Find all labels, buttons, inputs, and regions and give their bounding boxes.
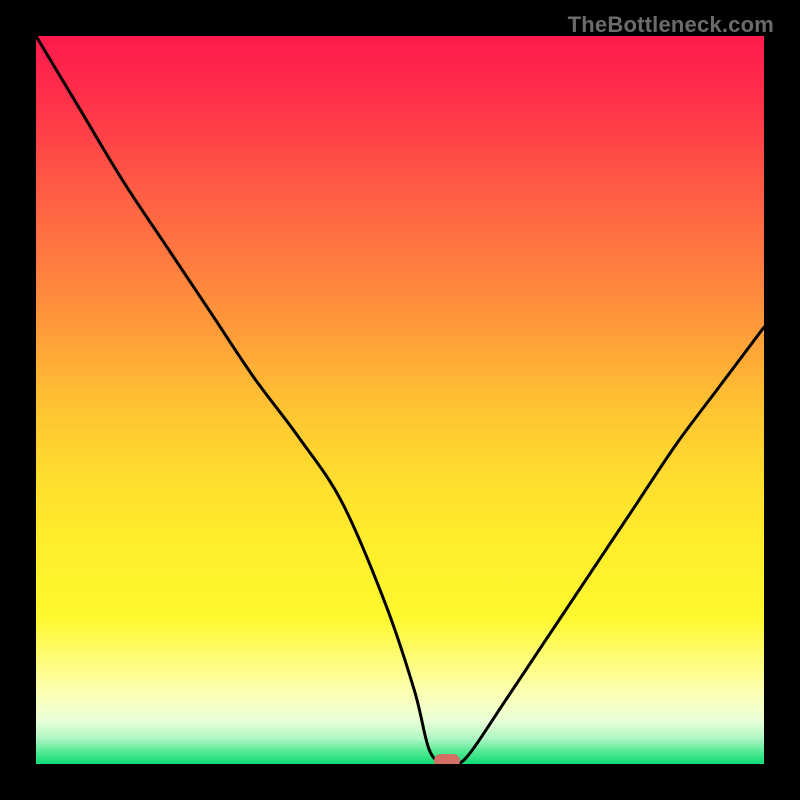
bottleneck-curve (36, 36, 764, 764)
chart-frame: TheBottleneck.com (0, 0, 800, 800)
plot-area (36, 36, 764, 764)
watermark-text: TheBottleneck.com (568, 12, 774, 38)
optimal-marker (434, 754, 460, 764)
